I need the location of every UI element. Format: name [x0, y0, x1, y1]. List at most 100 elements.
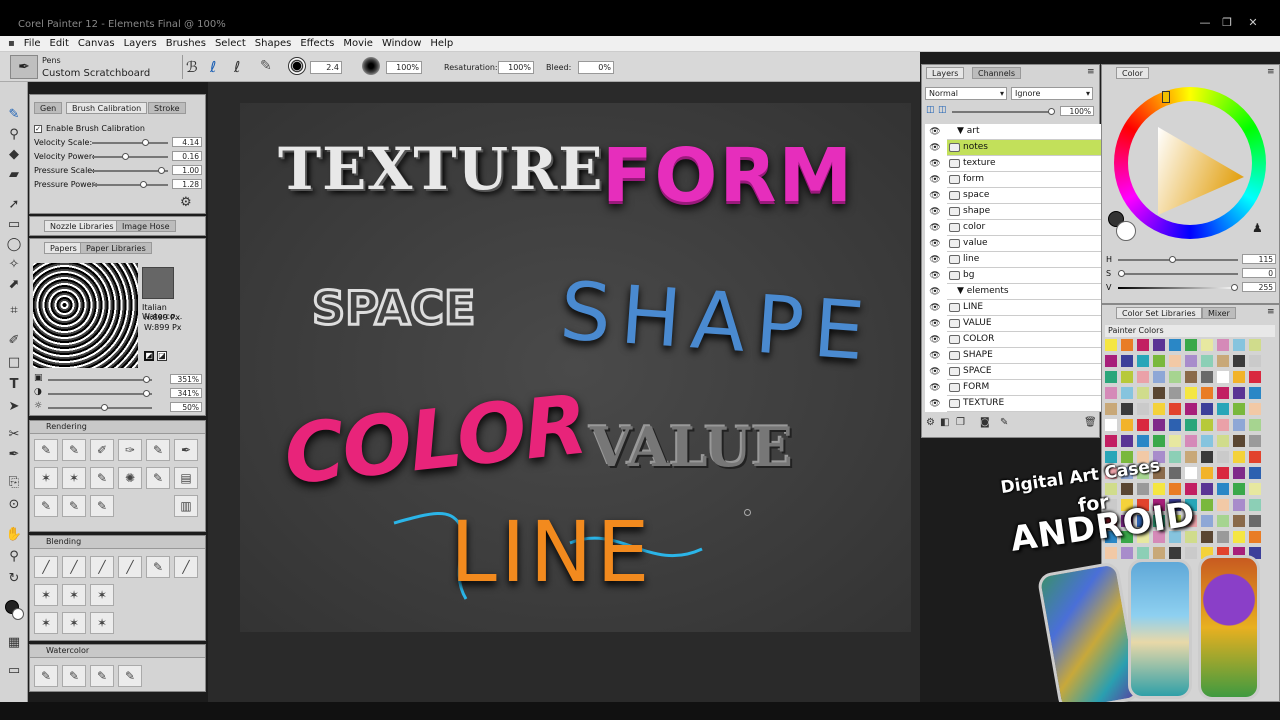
blending-brush[interactable]: ✶ [90, 584, 114, 606]
slider-knob[interactable] [157, 167, 165, 174]
rotate-page-icon[interactable]: ↻ [5, 570, 23, 588]
rendering-brush[interactable]: ✎ [146, 467, 170, 489]
h-slider[interactable] [1118, 256, 1238, 263]
paper-selector-icon[interactable]: ▦ [5, 634, 23, 652]
color-swatch[interactable] [1169, 403, 1181, 415]
slider-knob[interactable] [140, 181, 148, 188]
color-swatch[interactable] [1121, 371, 1133, 383]
color-swatch[interactable] [1105, 387, 1117, 399]
paper-scale-value[interactable]: 351% [170, 374, 202, 384]
color-swatch[interactable] [1137, 435, 1149, 447]
blending-brush[interactable]: ✶ [62, 612, 86, 634]
rendering-brush[interactable]: ✎ [146, 439, 170, 461]
layer-attributes-icon[interactable]: ⚙ [926, 417, 935, 428]
document-canvas[interactable]: TEXTURE FORM SPACE SHAPE COLOR VALUE LIN… [240, 103, 911, 632]
slider-knob[interactable] [141, 139, 149, 146]
layer-row[interactable]: SPACE [947, 364, 1105, 380]
shape-selection-icon[interactable]: ➤ [5, 398, 23, 416]
oval-select-icon[interactable]: ◯ [5, 236, 23, 254]
layer-row[interactable]: space [947, 188, 1105, 204]
rubber-stamp-icon[interactable]: ⊙ [5, 496, 23, 514]
pressure-power-slider[interactable] [92, 181, 168, 188]
rendering-brush[interactable]: ✎ [90, 495, 114, 517]
color-swatch[interactable] [1217, 387, 1229, 399]
group-expand-icon[interactable]: ▼ [957, 286, 967, 296]
paper-menu-icon[interactable]: ◪ [157, 351, 167, 361]
scissors-icon[interactable]: ✂ [5, 426, 23, 444]
layer-mask-icon[interactable]: ◙ [980, 417, 990, 428]
slider-knob[interactable] [143, 376, 151, 383]
tab-nozzle-libraries[interactable]: Nozzle Libraries [44, 220, 120, 232]
layer-visibility-eye-icon[interactable]: 👁 [928, 349, 942, 363]
color-swatch[interactable] [1169, 435, 1181, 447]
color-panel-menu-icon[interactable]: ≡ [1267, 67, 1275, 77]
layer-row[interactable]: VALUE [947, 316, 1105, 332]
color-swatch[interactable] [1185, 419, 1197, 431]
layer-row[interactable]: SHAPE [947, 348, 1105, 364]
add-point-icon[interactable]: ✒ [5, 446, 23, 464]
invert-paper-icon[interactable]: ◩ [144, 351, 154, 361]
pen-tool-icon[interactable]: ✐ [5, 332, 23, 350]
layer-visibility-eye-icon[interactable]: 👁 [928, 253, 942, 267]
color-swatch[interactable] [1153, 371, 1165, 383]
s-slider[interactable] [1118, 270, 1238, 277]
blending-brush[interactable]: ✶ [90, 612, 114, 634]
paint-bucket-icon[interactable]: ◆ [5, 146, 23, 164]
composite-method-select[interactable]: Normal ▾ [925, 87, 1007, 100]
menu-select[interactable]: Select [215, 38, 246, 49]
watercolor-brush[interactable]: ✎ [90, 665, 114, 687]
menu-movie[interactable]: Movie [343, 38, 373, 49]
velocity-scale-slider[interactable] [92, 139, 168, 146]
paper-scale-slider[interactable] [48, 376, 152, 383]
size-input[interactable]: 2.4 [310, 61, 342, 74]
pressure-power-value[interactable]: 1.28 [172, 179, 202, 189]
menu-layers[interactable]: Layers [124, 38, 157, 49]
layer-visibility-eye-icon[interactable]: 👁 [928, 397, 942, 411]
color-swatch[interactable] [1233, 435, 1245, 447]
eraser-tool-icon[interactable]: ▰ [5, 166, 23, 184]
stroke-type-icon[interactable]: ℓ [210, 58, 216, 76]
velocity-scale-value[interactable]: 4.14 [172, 137, 202, 147]
magnifier-icon[interactable]: ⚲ [5, 548, 23, 566]
color-swatch[interactable] [1121, 339, 1133, 351]
layer-visibility-eye-icon[interactable]: 👁 [928, 173, 942, 187]
additional-color-swatch[interactable] [12, 608, 24, 620]
color-swatch[interactable] [1185, 435, 1197, 447]
composite-depth-select[interactable]: Ignore ▾ [1011, 87, 1093, 100]
opacity-input[interactable]: 100% [386, 61, 422, 74]
grabber-icon[interactable]: ✋ [5, 526, 23, 544]
layer-visibility-eye-icon[interactable]: 👁 [928, 221, 942, 235]
color-swatch[interactable] [1185, 403, 1197, 415]
color-swatch[interactable] [1153, 355, 1165, 367]
blending-brush[interactable]: ╱ [90, 556, 114, 578]
layer-row[interactable]: bg [947, 268, 1105, 284]
tab-papers[interactable]: Papers [44, 242, 83, 254]
rendering-brush[interactable]: ▤ [174, 467, 198, 489]
tab-mixer[interactable]: Mixer [1202, 307, 1236, 319]
color-swatch[interactable] [1249, 435, 1261, 447]
rendering-brush[interactable]: ▥ [174, 495, 198, 517]
rendering-brush[interactable]: ✶ [34, 467, 58, 489]
color-swatch[interactable] [1137, 403, 1149, 415]
v-value[interactable]: 255 [1242, 282, 1276, 292]
color-swatch[interactable] [1105, 403, 1117, 415]
color-swatch[interactable] [1201, 371, 1213, 383]
screen-mode-icon[interactable]: ▭ [5, 662, 23, 680]
color-swatch[interactable] [1105, 435, 1117, 447]
brush-category[interactable]: Pens [42, 56, 61, 65]
paper-contrast-slider[interactable] [48, 390, 152, 397]
brush-category-icon[interactable]: ✒ [10, 55, 38, 79]
dynamic-plugin-icon[interactable]: ✎ [1000, 417, 1008, 428]
slider-knob[interactable] [1118, 270, 1125, 277]
menu-brushes[interactable]: Brushes [166, 38, 206, 49]
color-swatch[interactable] [1153, 339, 1165, 351]
close-button[interactable]: ✕ [1244, 16, 1262, 30]
layer-visibility-eye-icon[interactable]: 👁 [928, 333, 942, 347]
colorset-menu-icon[interactable]: ≡ [1267, 307, 1275, 317]
layer-visibility-eye-icon[interactable]: 👁 [928, 125, 942, 139]
blending-brush[interactable]: ✶ [62, 584, 86, 606]
layer-row[interactable]: COLOR [947, 332, 1105, 348]
brush-variant[interactable]: Custom Scratchboard [42, 68, 150, 79]
color-swatch[interactable] [1201, 435, 1213, 447]
calibration-settings-icon[interactable]: ⚙ [180, 195, 192, 210]
